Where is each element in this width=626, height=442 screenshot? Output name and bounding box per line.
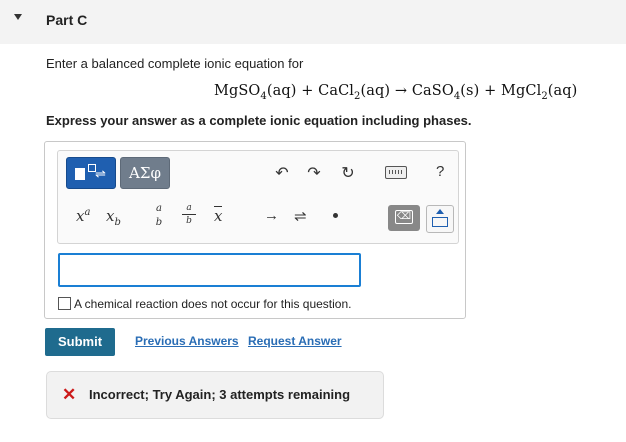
undo-icon[interactable]: ↶ — [272, 163, 292, 183]
product-2: MgCl — [501, 83, 542, 99]
no-reaction-label: A chemical reaction does not occur for t… — [74, 297, 352, 311]
keyboard-toggle-button[interactable] — [426, 205, 454, 233]
no-reaction-option[interactable]: A chemical reaction does not occur for t… — [58, 297, 351, 311]
part-header[interactable]: Part C — [0, 0, 626, 44]
product-1: CaSO — [411, 83, 454, 99]
dot-button[interactable] — [333, 213, 338, 218]
template-box-icon — [75, 168, 85, 180]
question-instruction: Enter a balanced complete ionic equation… — [46, 56, 304, 71]
feedback-box: ✕ Incorrect; Try Again; 3 attempts remai… — [46, 371, 384, 419]
product-2-phase: (aq) — [547, 83, 578, 99]
no-reaction-checkbox[interactable] — [58, 297, 71, 310]
equation-toolbar: ⇌ ΑΣφ ↶ ↷ ↻ ? xa xb a b a b x → ⇌ ⌫ — [57, 150, 459, 244]
template-arrows-icon: ⇌ — [95, 166, 106, 181]
reactant-1-phase: (aq) — [266, 83, 297, 99]
answer-panel: ⇌ ΑΣφ ↶ ↷ ↻ ? xa xb a b a b x → ⇌ ⌫ A ch… — [44, 141, 466, 319]
chemical-equation: MgSO4(aq) + CaCl2(aq) → CaSO4(s) + MgCl2… — [214, 83, 577, 102]
templates-button[interactable]: ⇌ — [66, 157, 116, 189]
answer-format-instruction: Express your answer as a complete ionic … — [46, 113, 472, 128]
part-title: Part C — [46, 12, 88, 28]
right-arrow-button[interactable]: → — [264, 207, 279, 224]
mixed-fraction-button[interactable]: a b — [182, 203, 196, 226]
reaction-arrow: → — [394, 83, 408, 99]
reactant-2: CaCl — [318, 83, 355, 99]
product-1-phase: (s) — [460, 83, 480, 99]
submit-button[interactable]: Submit — [45, 328, 115, 356]
help-button[interactable]: ? — [436, 163, 444, 180]
reset-icon[interactable]: ↻ — [338, 163, 358, 183]
plus-sign: + — [301, 83, 314, 99]
reactant-1: MgSO — [214, 83, 261, 99]
vector-button[interactable]: x — [214, 206, 223, 225]
keyboard-icon[interactable] — [385, 166, 407, 179]
collapse-caret-icon[interactable] — [14, 14, 22, 20]
redo-icon[interactable]: ↷ — [304, 163, 324, 183]
incorrect-x-icon: ✕ — [62, 385, 77, 404]
feedback-text: Incorrect; Try Again; 3 attempts remaini… — [89, 387, 351, 402]
request-answer-link[interactable]: Request Answer — [248, 334, 342, 348]
subscript-button[interactable]: xb — [106, 207, 121, 228]
fraction-button[interactable]: a b — [152, 203, 166, 228]
symbol-row: xa xb a b a b x → ⇌ ⌫ — [58, 201, 458, 235]
reactant-2-phase: (aq) — [360, 83, 391, 99]
keyboard-icon — [432, 217, 448, 227]
previous-answers-link[interactable]: Previous Answers — [135, 334, 239, 348]
delete-icon: ⌫ — [395, 210, 413, 224]
greek-symbols-button[interactable]: ΑΣφ — [120, 157, 170, 189]
plus-sign: + — [484, 83, 497, 99]
chevron-up-icon — [436, 209, 444, 214]
delete-button[interactable]: ⌫ — [388, 205, 420, 231]
answer-input[interactable] — [58, 253, 361, 287]
equilibrium-arrow-button[interactable]: ⇌ — [294, 207, 307, 225]
superscript-button[interactable]: xa — [76, 207, 90, 225]
